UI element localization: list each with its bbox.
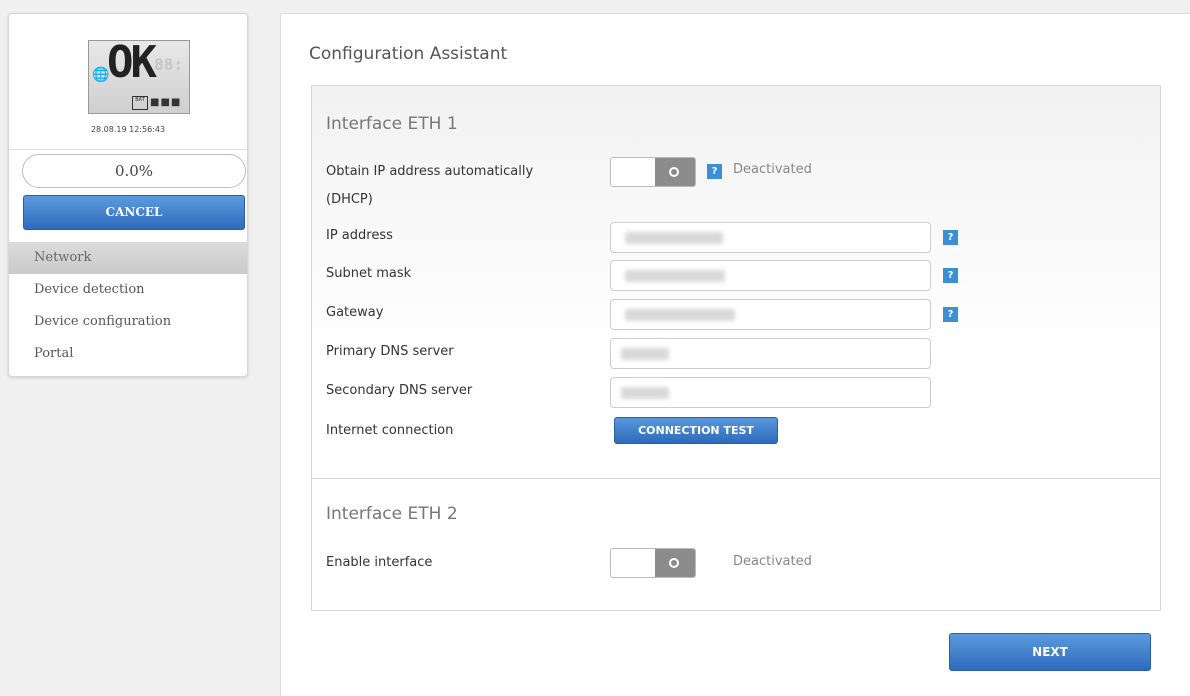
- lcd-ghost-digits: 88:: [154, 55, 183, 74]
- gateway-label: Gateway: [326, 305, 384, 320]
- page-title: Configuration Assistant: [309, 44, 508, 64]
- sidebar-item-portal[interactable]: Portal: [9, 338, 247, 370]
- subnet-mask-input[interactable]: [610, 260, 931, 291]
- main-content: Configuration Assistant Interface ETH 1 …: [280, 13, 1190, 696]
- gateway-help-icon[interactable]: ?: [943, 307, 958, 322]
- battery-icon: BAT: [132, 96, 148, 110]
- enable-interface-status: Deactivated: [733, 554, 812, 569]
- ip-address-label: IP address: [326, 228, 393, 243]
- primary-dns-label: Primary DNS server: [326, 344, 454, 359]
- lcd-ok-text: OK: [107, 37, 157, 88]
- toggle-off-icon: [669, 167, 679, 177]
- redacted-value: [625, 309, 735, 321]
- interfaces-panel: Interface ETH 1 Obtain IP address automa…: [311, 85, 1161, 611]
- sidebar-nav: Network Device detection Device configur…: [9, 242, 247, 370]
- secondary-dns-label: Secondary DNS server: [326, 383, 473, 398]
- sidebar-item-device-detection[interactable]: Device detection: [9, 274, 247, 306]
- eth2-title: Interface ETH 2: [326, 504, 458, 524]
- secondary-dns-input[interactable]: [610, 377, 931, 408]
- sidebar-item-network[interactable]: Network: [9, 242, 247, 274]
- eth1-section: Interface ETH 1 Obtain IP address automa…: [312, 86, 1160, 479]
- signal-dots-icon: ■■■: [150, 97, 182, 108]
- dhcp-label-line1: Obtain IP address automatically: [326, 164, 534, 179]
- toggle-knob: [655, 549, 695, 577]
- redacted-value: [625, 270, 725, 282]
- gateway-input[interactable]: [610, 299, 931, 330]
- enable-interface-label: Enable interface: [326, 555, 433, 570]
- toggle-off-icon: [669, 558, 679, 568]
- ip-help-icon[interactable]: ?: [943, 230, 958, 245]
- dhcp-status: Deactivated: [733, 162, 812, 177]
- primary-dns-input[interactable]: [610, 338, 931, 369]
- dhcp-help-icon[interactable]: ?: [707, 164, 722, 179]
- dhcp-label-line2: (DHCP): [326, 192, 373, 207]
- lcd-status-display: 🌐 OK 88: BAT ■■■: [88, 37, 190, 114]
- dhcp-toggle[interactable]: [610, 157, 696, 187]
- connection-test-button[interactable]: CONNECTION TEST: [614, 417, 778, 444]
- redacted-value: [625, 232, 723, 244]
- subnet-help-icon[interactable]: ?: [943, 268, 958, 283]
- redacted-value: [621, 348, 669, 360]
- enable-interface-toggle[interactable]: [610, 548, 696, 578]
- redacted-value: [621, 387, 669, 399]
- next-button[interactable]: NEXT: [949, 633, 1151, 671]
- eth2-section: Interface ETH 2 Enable interface Deactiv…: [312, 479, 1160, 610]
- internet-connection-label: Internet connection: [326, 423, 454, 438]
- cancel-button[interactable]: CANCEL: [23, 195, 245, 230]
- sidebar: 🌐 OK 88: BAT ■■■ 28.08.19 12:56:43 0.0% …: [8, 13, 248, 377]
- ip-address-input[interactable]: [610, 222, 931, 253]
- subnet-mask-label: Subnet mask: [326, 266, 412, 281]
- eth1-title: Interface ETH 1: [326, 114, 458, 134]
- device-timestamp: 28.08.19 12:56:43: [90, 125, 166, 134]
- progress-indicator: 0.0%: [22, 154, 246, 188]
- toggle-knob: [655, 158, 695, 186]
- sidebar-divider: [9, 149, 247, 150]
- sidebar-item-device-configuration[interactable]: Device configuration: [9, 306, 247, 338]
